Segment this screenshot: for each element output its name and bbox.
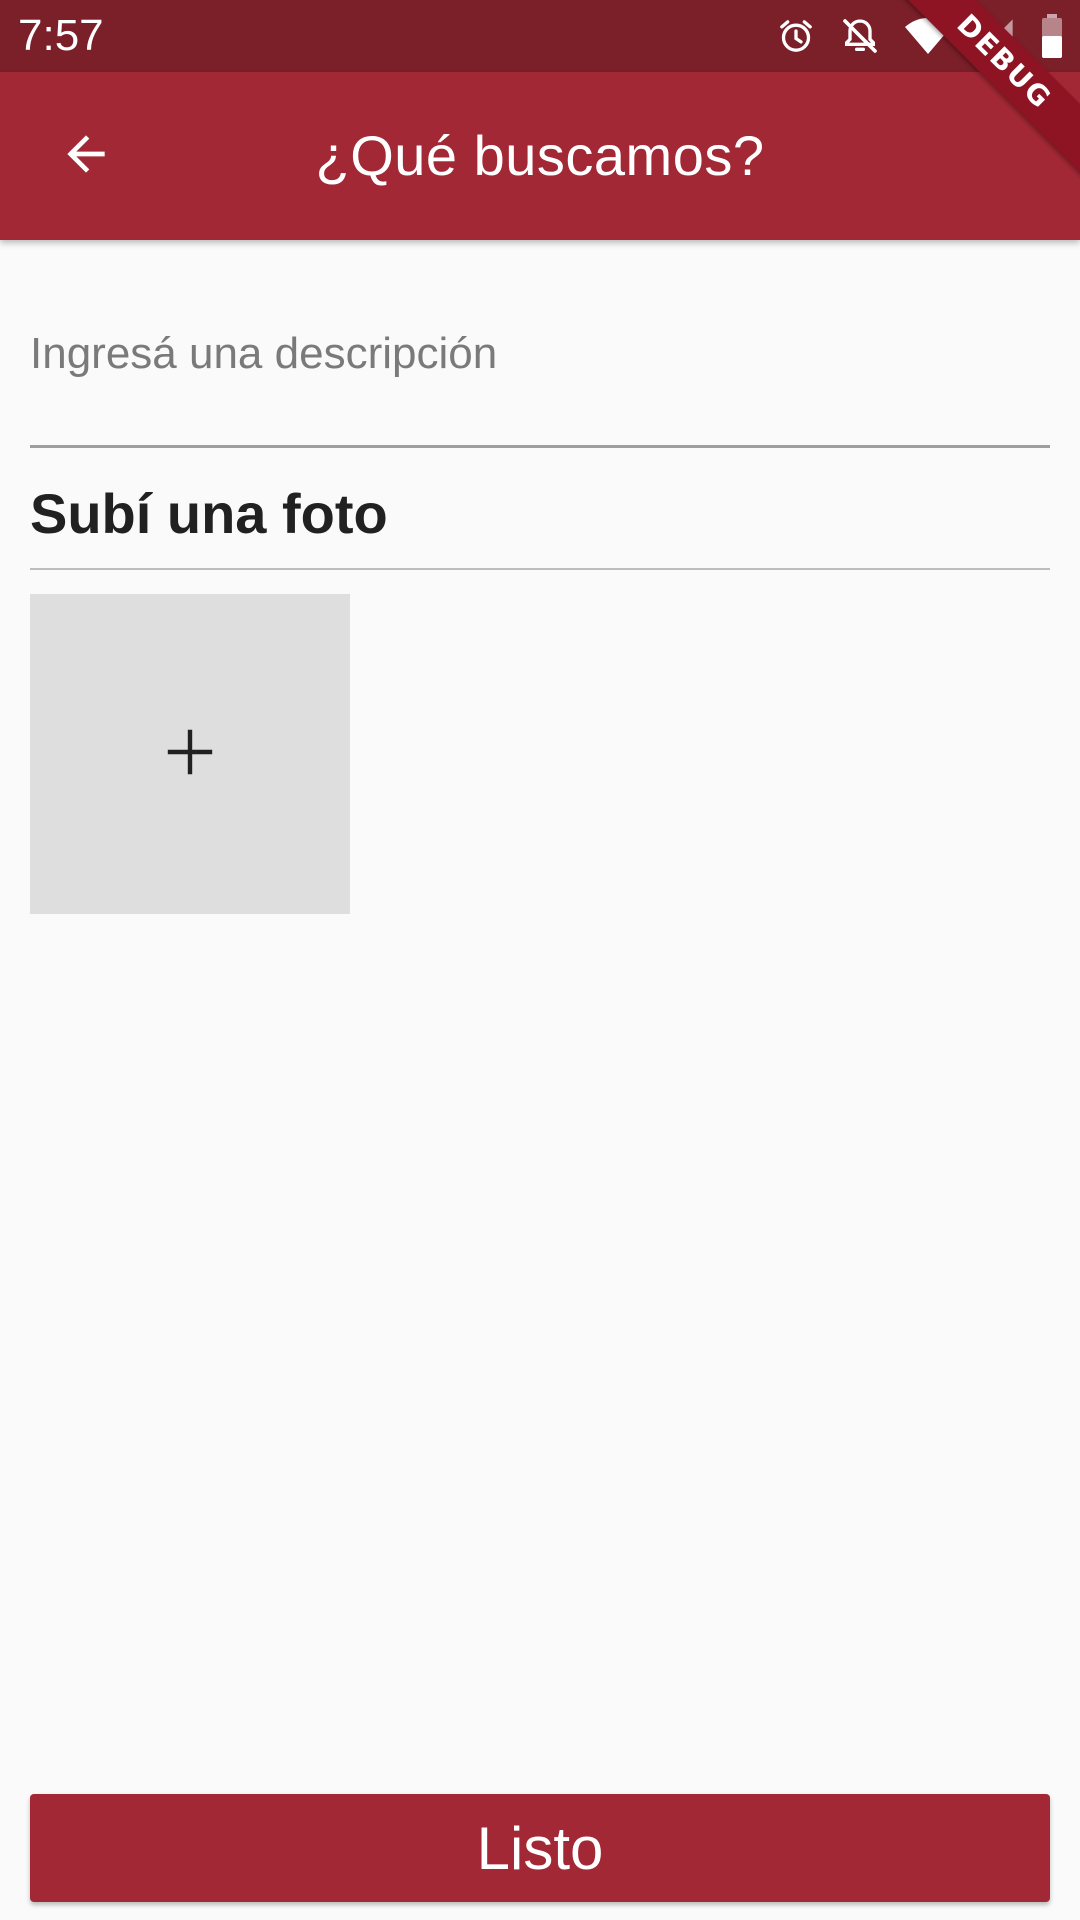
section-title: Subí una foto <box>30 482 388 545</box>
battery-icon <box>1040 14 1064 58</box>
app-bar: ¿Qué buscamos? <box>0 72 1080 240</box>
section-divider <box>30 568 1050 570</box>
screen: 7:57 ¿Qué buscamos? DEBUG Ingresá una de… <box>0 0 1080 1920</box>
add-icon <box>166 728 214 781</box>
status-time: 7:57 <box>18 11 104 60</box>
page-title: ¿Qué buscamos? <box>315 124 765 187</box>
back-button[interactable] <box>40 110 132 202</box>
arrow-back-icon <box>58 126 114 187</box>
done-button[interactable]: Listo <box>30 1794 1050 1902</box>
add-photo-button[interactable] <box>30 594 350 914</box>
alarm-icon <box>776 16 816 56</box>
description-input[interactable] <box>30 300 1050 448</box>
notifications-off-icon <box>840 16 880 56</box>
description-field-container <box>30 300 1050 448</box>
